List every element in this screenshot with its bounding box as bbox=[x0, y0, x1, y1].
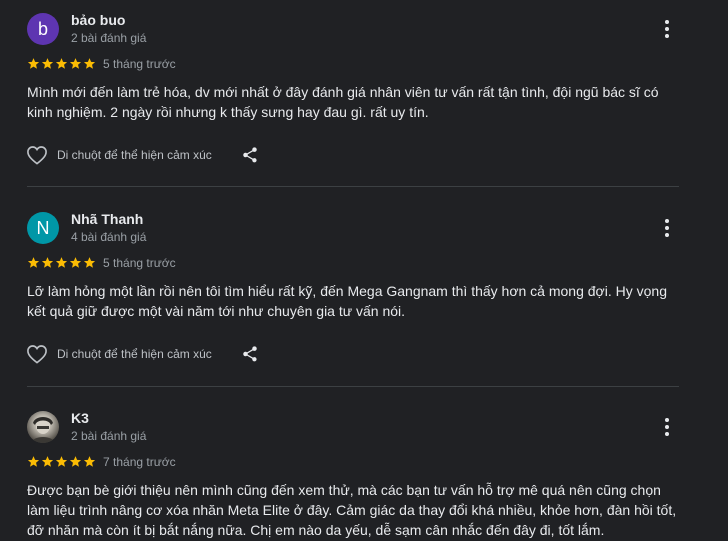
divider bbox=[27, 386, 679, 387]
share-icon[interactable] bbox=[241, 146, 259, 164]
reviewer-name[interactable]: bảo buo bbox=[71, 12, 125, 28]
more-vert-icon bbox=[665, 418, 669, 422]
star-rating bbox=[27, 455, 96, 469]
more-options-button[interactable] bbox=[655, 216, 679, 240]
share-icon[interactable] bbox=[241, 345, 259, 363]
review-text: Mình mới đến làm trẻ hóa, dv mới nhất ở … bbox=[27, 84, 659, 120]
star-icon bbox=[83, 456, 96, 467]
review-count: 4 bài đánh giá bbox=[71, 230, 147, 244]
more-vert-icon bbox=[665, 20, 669, 24]
review-time: 5 tháng trước bbox=[103, 256, 176, 270]
star-icon bbox=[27, 456, 40, 467]
heart-outline-icon[interactable] bbox=[26, 145, 48, 165]
more-options-button[interactable] bbox=[655, 17, 679, 41]
reviewer-name[interactable]: K3 bbox=[71, 410, 89, 426]
avatar-photo-icon bbox=[31, 417, 55, 443]
review-time: 5 tháng trước bbox=[103, 57, 176, 71]
heart-outline-icon[interactable] bbox=[26, 344, 48, 364]
review-count: 2 bài đánh giá bbox=[71, 429, 147, 443]
avatar[interactable]: N bbox=[27, 212, 59, 244]
star-icon bbox=[69, 257, 82, 268]
reviewer-name[interactable]: Nhã Thanh bbox=[71, 211, 143, 227]
review-count: 2 bài đánh giá bbox=[71, 31, 147, 45]
star-icon bbox=[83, 257, 96, 268]
reaction-hint: Di chuột để thể hiện cảm xúc bbox=[57, 347, 212, 361]
star-icon bbox=[69, 456, 82, 467]
star-icon bbox=[55, 257, 68, 268]
review-text: Lỡ làm hỏng một lần rồi nên tôi tìm hiểu… bbox=[27, 283, 667, 319]
review-text: Được bạn bè giới thiệu nên mình cũng đến… bbox=[27, 482, 677, 538]
star-icon bbox=[27, 257, 40, 268]
star-icon bbox=[41, 456, 54, 467]
review-time: 7 tháng trước bbox=[103, 455, 176, 469]
reaction-hint: Di chuột để thể hiện cảm xúc bbox=[57, 148, 212, 162]
star-rating bbox=[27, 57, 96, 71]
star-icon bbox=[27, 58, 40, 69]
avatar[interactable]: b bbox=[27, 13, 59, 45]
star-icon bbox=[69, 58, 82, 69]
avatar[interactable] bbox=[27, 411, 59, 443]
more-vert-icon bbox=[665, 219, 669, 223]
star-icon bbox=[41, 257, 54, 268]
star-icon bbox=[55, 58, 68, 69]
star-icon bbox=[83, 58, 96, 69]
star-icon bbox=[41, 58, 54, 69]
divider bbox=[27, 186, 679, 187]
star-icon bbox=[55, 456, 68, 467]
more-options-button[interactable] bbox=[655, 415, 679, 439]
star-rating bbox=[27, 256, 96, 270]
